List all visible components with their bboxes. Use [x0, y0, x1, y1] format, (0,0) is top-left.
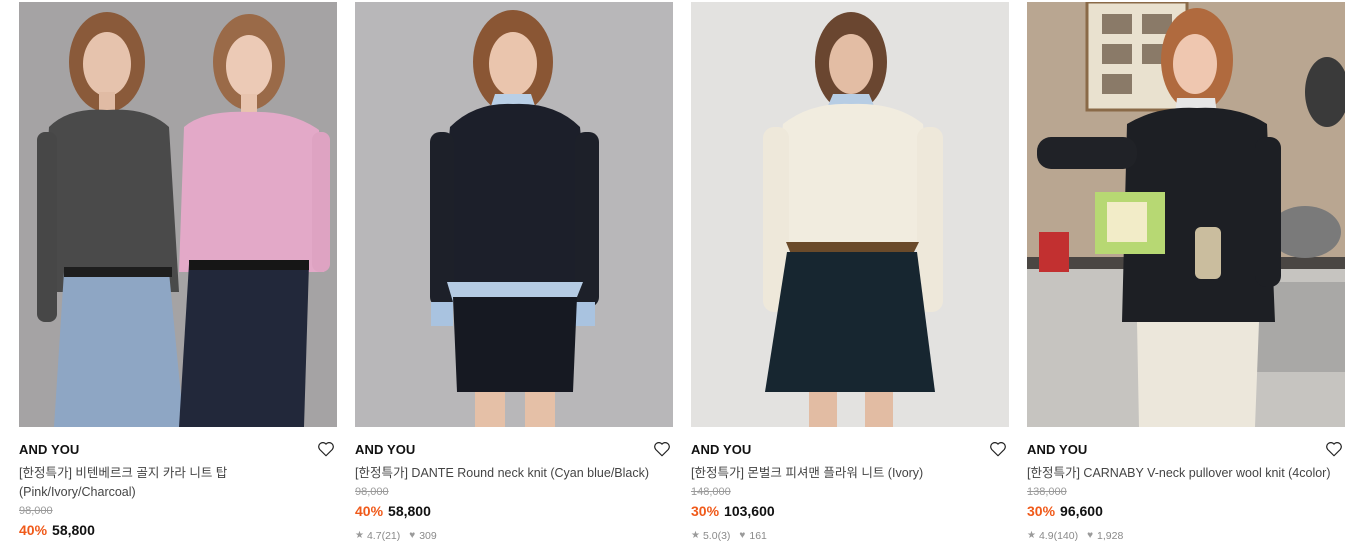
sale-price: 58,800	[52, 522, 95, 538]
product-meta: ★ 4.9 (140) ♥ 1,928	[1027, 529, 1345, 543]
product-photo-model-ivory-knit	[691, 2, 1009, 427]
product-photo-two-models	[19, 2, 337, 427]
star-icon: ★	[1027, 530, 1036, 541]
heart-outline-icon[interactable]	[653, 440, 671, 458]
product-meta: ★ 5.0 (3) ♥ 161	[691, 529, 1009, 543]
product-image[interactable]	[1027, 2, 1345, 427]
rating-value: 5.0	[702, 530, 718, 542]
original-price: 148,000	[691, 486, 731, 498]
price-row: 40% 58,800	[19, 521, 337, 539]
heart-filled-icon: ♥	[1087, 530, 1094, 541]
original-price: 138,000	[1027, 486, 1067, 498]
like-count: 161	[749, 530, 767, 542]
product-name[interactable]: [한정특가] 비텐베르크 골지 카라 니트 탑 (Pink/Ivory/Char…	[19, 464, 337, 502]
discount-rate: 40%	[19, 522, 48, 538]
price-row: 40% 58,800	[355, 502, 673, 520]
price-row: 30% 96,600	[1027, 502, 1345, 520]
product-photo-model-black-knit	[355, 2, 673, 427]
discount-rate: 30%	[1027, 503, 1056, 519]
discount-rate: 30%	[691, 503, 720, 519]
product-card[interactable]: AND YOU [한정특가] 몬벌크 피셔맨 플라워 니트 (Ivory) 14…	[691, 2, 1009, 543]
product-card[interactable]: AND YOU [한정특가] DANTE Round neck knit (Cy…	[355, 2, 673, 543]
original-price: 98,000	[355, 486, 389, 498]
heart-outline-icon[interactable]	[989, 440, 1007, 458]
rating-value: 4.7	[366, 530, 382, 542]
product-image[interactable]	[355, 2, 673, 427]
review-count: (140)	[1053, 530, 1079, 542]
star-icon: ★	[691, 530, 700, 541]
like-count: 1,928	[1097, 530, 1124, 542]
rating-value: 4.9	[1038, 530, 1054, 542]
price-row: 30% 103,600	[691, 502, 1009, 520]
sale-price: 96,600	[1060, 503, 1103, 519]
heart-outline-icon[interactable]	[317, 440, 335, 458]
heart-outline-icon[interactable]	[1325, 440, 1343, 458]
heart-filled-icon: ♥	[739, 530, 746, 541]
product-card[interactable]: AND YOU [한정특가] CARNABY V-neck pullover w…	[1027, 2, 1345, 543]
product-meta: ★ 4.7 (21) ♥ 309	[355, 529, 673, 543]
product-card[interactable]: AND YOU [한정특가] 비텐베르크 골지 카라 니트 탑 (Pink/Iv…	[19, 2, 337, 539]
discount-rate: 40%	[355, 503, 384, 519]
original-price: 98,000	[19, 505, 53, 517]
brand-name[interactable]: AND YOU	[19, 440, 337, 460]
like-count: 309	[419, 530, 437, 542]
product-photo-model-kitchen	[1027, 2, 1345, 427]
brand-name[interactable]: AND YOU	[355, 440, 673, 460]
product-image[interactable]	[691, 2, 1009, 427]
product-image[interactable]	[19, 2, 337, 427]
sale-price: 103,600	[724, 503, 775, 519]
brand-name[interactable]: AND YOU	[691, 440, 1009, 460]
product-name[interactable]: [한정특가] DANTE Round neck knit (Cyan blue/…	[355, 464, 673, 483]
brand-name[interactable]: AND YOU	[1027, 440, 1345, 460]
product-name[interactable]: [한정특가] 몬벌크 피셔맨 플라워 니트 (Ivory)	[691, 464, 1009, 483]
review-count: (21)	[381, 530, 401, 542]
review-count: (3)	[717, 530, 731, 542]
sale-price: 58,800	[388, 503, 431, 519]
star-icon: ★	[355, 530, 364, 541]
product-name[interactable]: [한정특가] CARNABY V-neck pullover wool knit…	[1027, 464, 1345, 483]
heart-filled-icon: ♥	[409, 530, 416, 541]
